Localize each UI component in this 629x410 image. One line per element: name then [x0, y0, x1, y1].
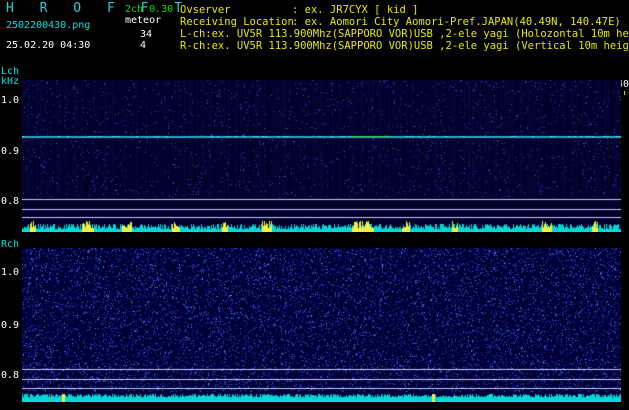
- location-value: : ex. Aomori City Aomori-Pref.JAPAN(40.4…: [292, 16, 621, 28]
- lch-info: L-ch:ex. UV5R 113.900Mhz(SAPPORO VOR)USB…: [180, 28, 629, 40]
- rch-spectrogram: [22, 248, 621, 402]
- rch-info: R-ch:ex. UV5R 113.900Mhz(SAPPORO VOR)USB…: [180, 40, 629, 52]
- observer-label: Ovserver: [180, 4, 231, 16]
- rch-label: Rch: [1, 239, 20, 250]
- lch-count: 34: [140, 29, 153, 40]
- category-label: meteor: [125, 15, 162, 26]
- freq-tick-label: 0.9: [1, 320, 20, 331]
- lch-unit: kHz: [1, 76, 20, 87]
- mode-label: 2ch 0.30: [125, 4, 174, 15]
- time-tick-mark: [624, 91, 625, 95]
- freq-tick-label: 1.0: [1, 95, 20, 106]
- datetime-label: 25.02.20 04:30: [6, 40, 91, 51]
- freq-tick-label: 1.0: [1, 267, 20, 278]
- lch-spectrogram: [22, 80, 621, 232]
- rch-count: 4: [140, 40, 147, 51]
- location-label: Receiving Location: [180, 16, 294, 28]
- filename-label: 2502200430.png: [6, 20, 91, 31]
- freq-tick-label: 0.8: [1, 370, 20, 381]
- freq-tick-label: 0.9: [1, 146, 20, 157]
- observer-value: : ex. JR7CYX [ kid ]: [292, 4, 419, 16]
- freq-tick-label: 0.8: [1, 196, 20, 207]
